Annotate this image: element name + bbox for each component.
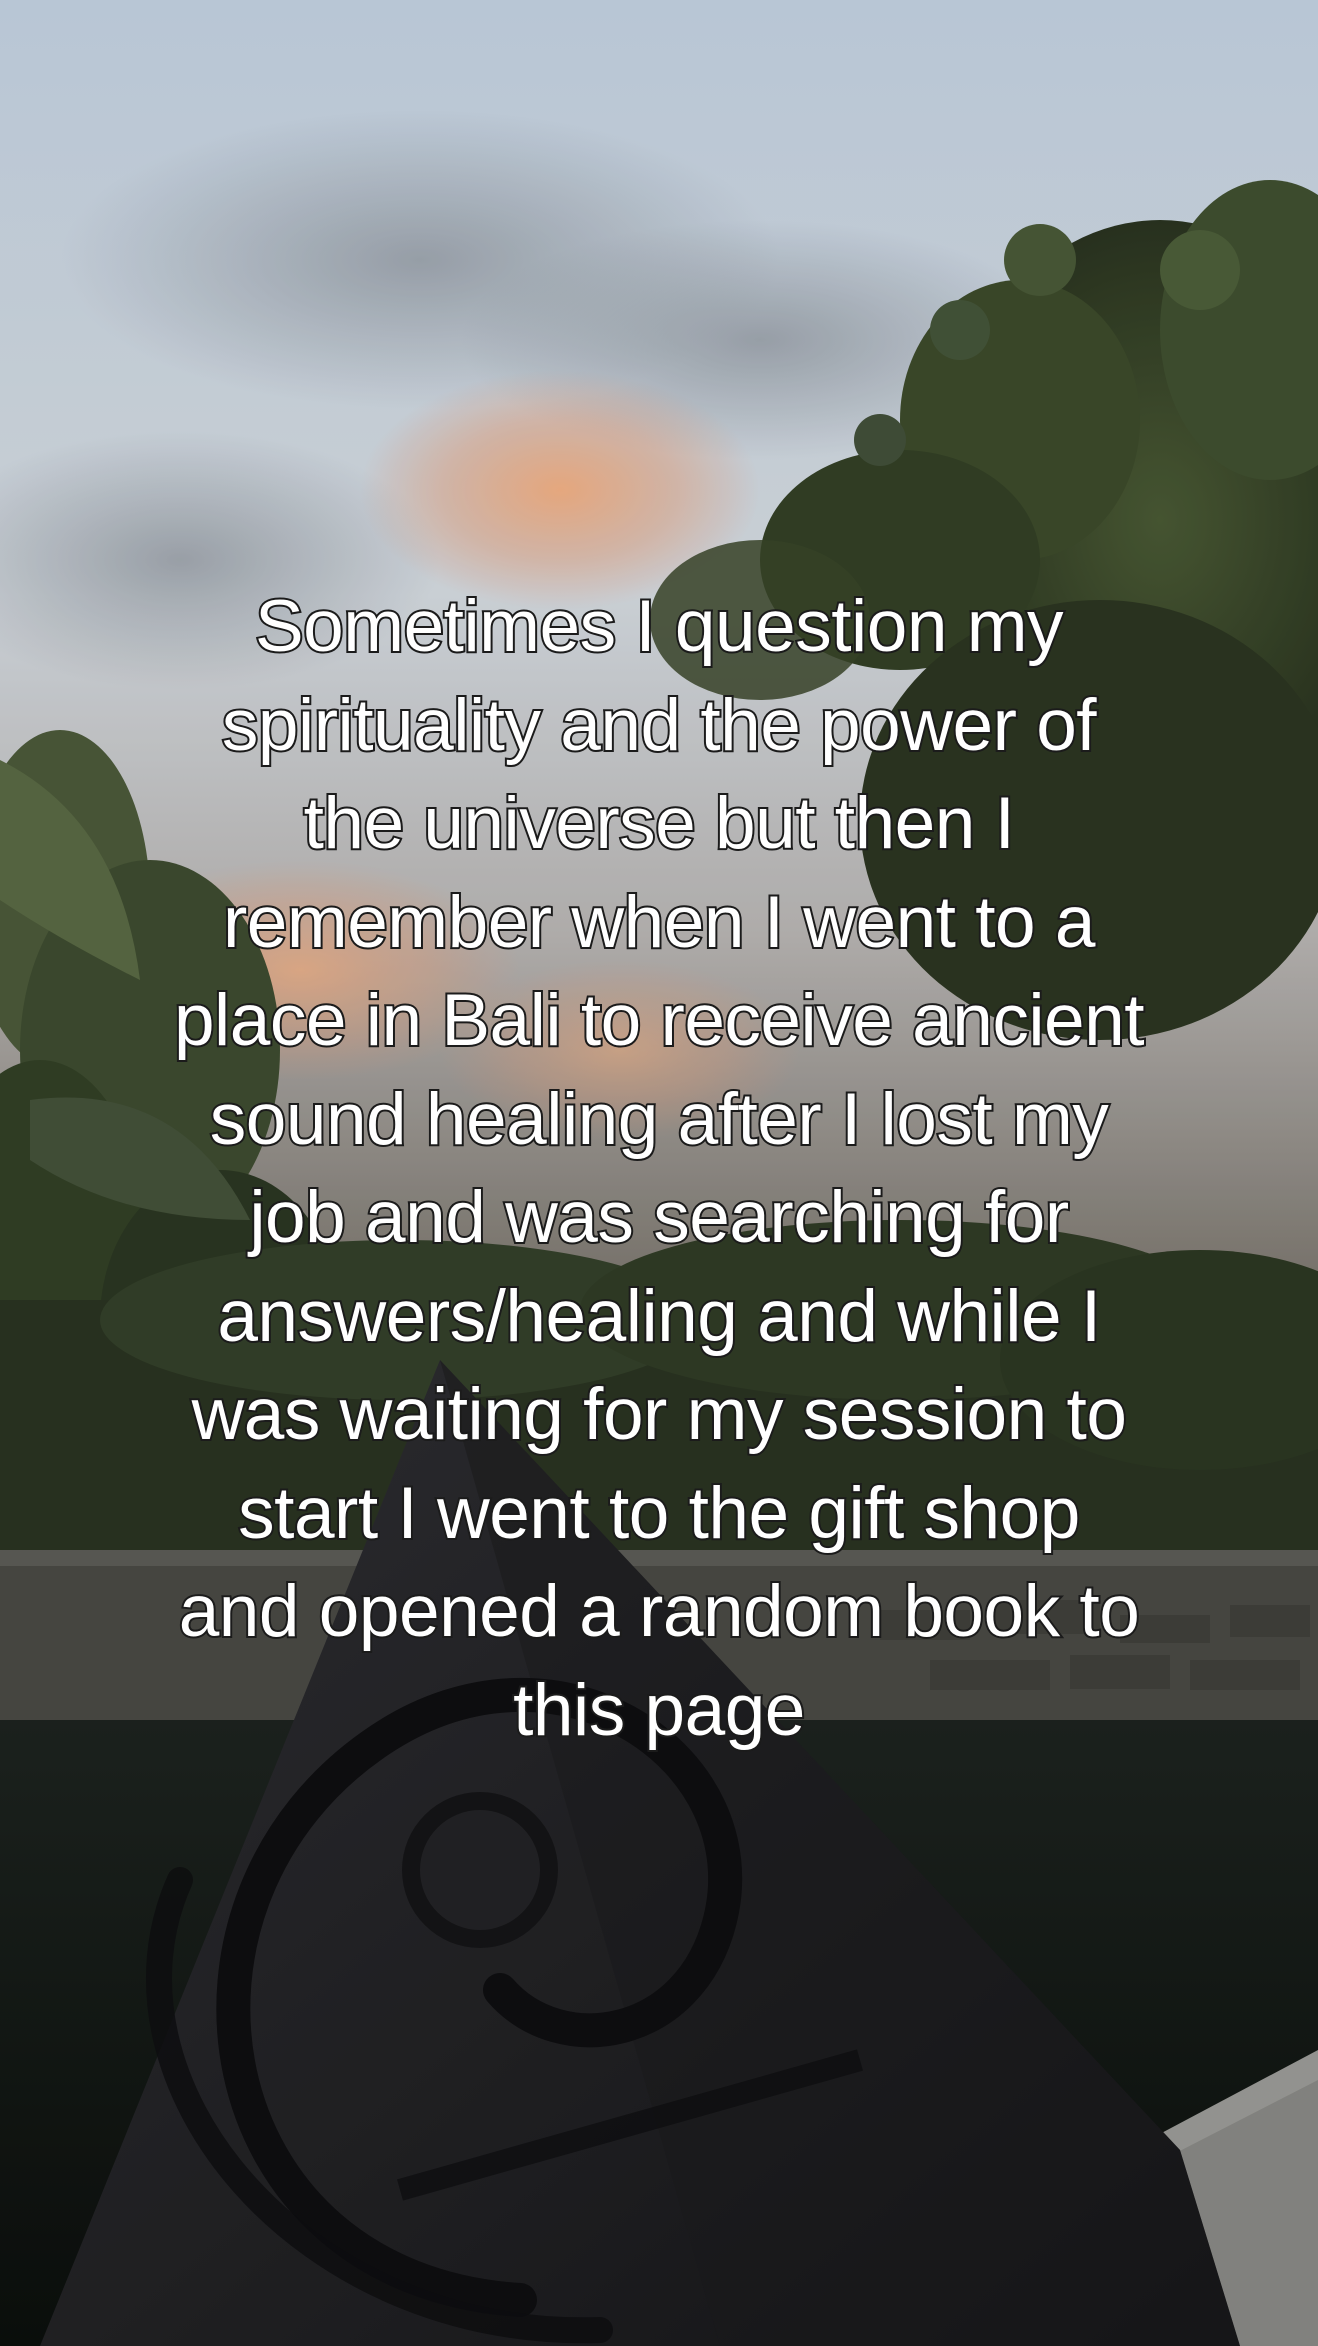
caption-text: Sometimes I question my spirituality and…: [80, 578, 1238, 1760]
caption-line: remember when I went to a: [221, 880, 1098, 965]
caption-line: start I went to the gift shop: [236, 1471, 1082, 1556]
caption-line: and opened a random book to: [177, 1569, 1142, 1654]
caption-line: place in Bali to receive ancient: [172, 978, 1147, 1063]
caption-line: sound healing after I lost my: [208, 1077, 1111, 1162]
caption-line: answers/healing and while I: [215, 1274, 1103, 1359]
caption-line: the universe but then I: [302, 781, 1017, 866]
caption-line: spirituality and the power of: [220, 683, 1099, 768]
caption-line: was waiting for my session to: [190, 1372, 1129, 1457]
caption-line: this page: [511, 1668, 807, 1753]
caption-line: job and was searching for: [247, 1175, 1071, 1260]
video-frame: Sometimes I question my spirituality and…: [0, 0, 1318, 2346]
caption-line: Sometimes I question my: [253, 584, 1066, 669]
